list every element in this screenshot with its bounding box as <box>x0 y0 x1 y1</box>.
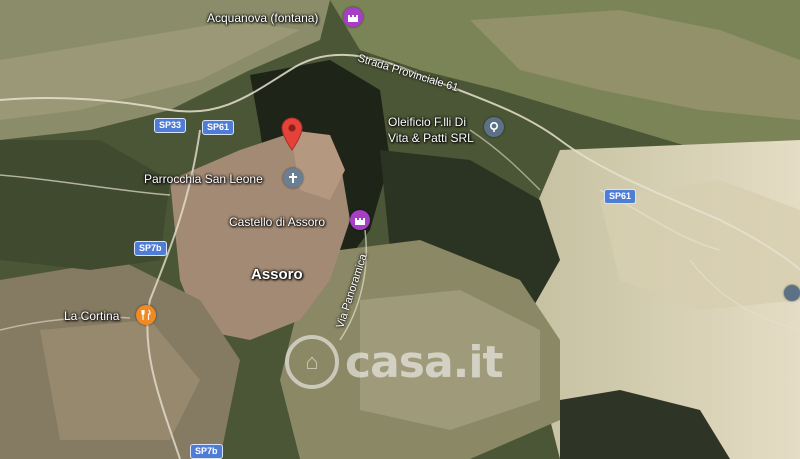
place-label-parrocchia[interactable]: Parrocchia San Leone <box>144 172 263 186</box>
place-label-acquanova[interactable]: Acquanova (fontana) <box>207 11 318 25</box>
road-shield-sp7b: SP7b <box>190 444 223 459</box>
place-label-oleificio-line1[interactable]: Oleificio F.lli Di <box>388 115 466 129</box>
castle-icon[interactable] <box>350 210 370 230</box>
map-pin-icon[interactable] <box>281 117 303 151</box>
town-label-assoro[interactable]: Assoro <box>251 267 303 282</box>
road-shield-sp33: SP33 <box>154 118 187 133</box>
casa-it-watermark: ⌂ casa.it <box>285 335 503 389</box>
fork-knife-icon[interactable] <box>136 305 156 325</box>
cross-icon[interactable] <box>283 168 303 188</box>
road-shield-sp61: SP61 <box>202 120 235 135</box>
castle-icon[interactable] <box>343 7 363 27</box>
road-shield-sp61: SP61 <box>604 189 637 204</box>
watermark-text: casa.it <box>345 336 503 388</box>
road-shield-sp7b: SP7b <box>134 241 167 256</box>
casa-logo-icon: ⌂ <box>285 335 339 389</box>
location-icon[interactable] <box>484 117 504 137</box>
place-label-castello[interactable]: Castello di Assoro <box>229 215 325 229</box>
place-label-oleificio-line2[interactable]: Vita & Patti SRL <box>388 131 474 145</box>
place-label-la-cortina[interactable]: La Cortina <box>64 309 119 323</box>
location-icon[interactable] <box>784 285 800 301</box>
